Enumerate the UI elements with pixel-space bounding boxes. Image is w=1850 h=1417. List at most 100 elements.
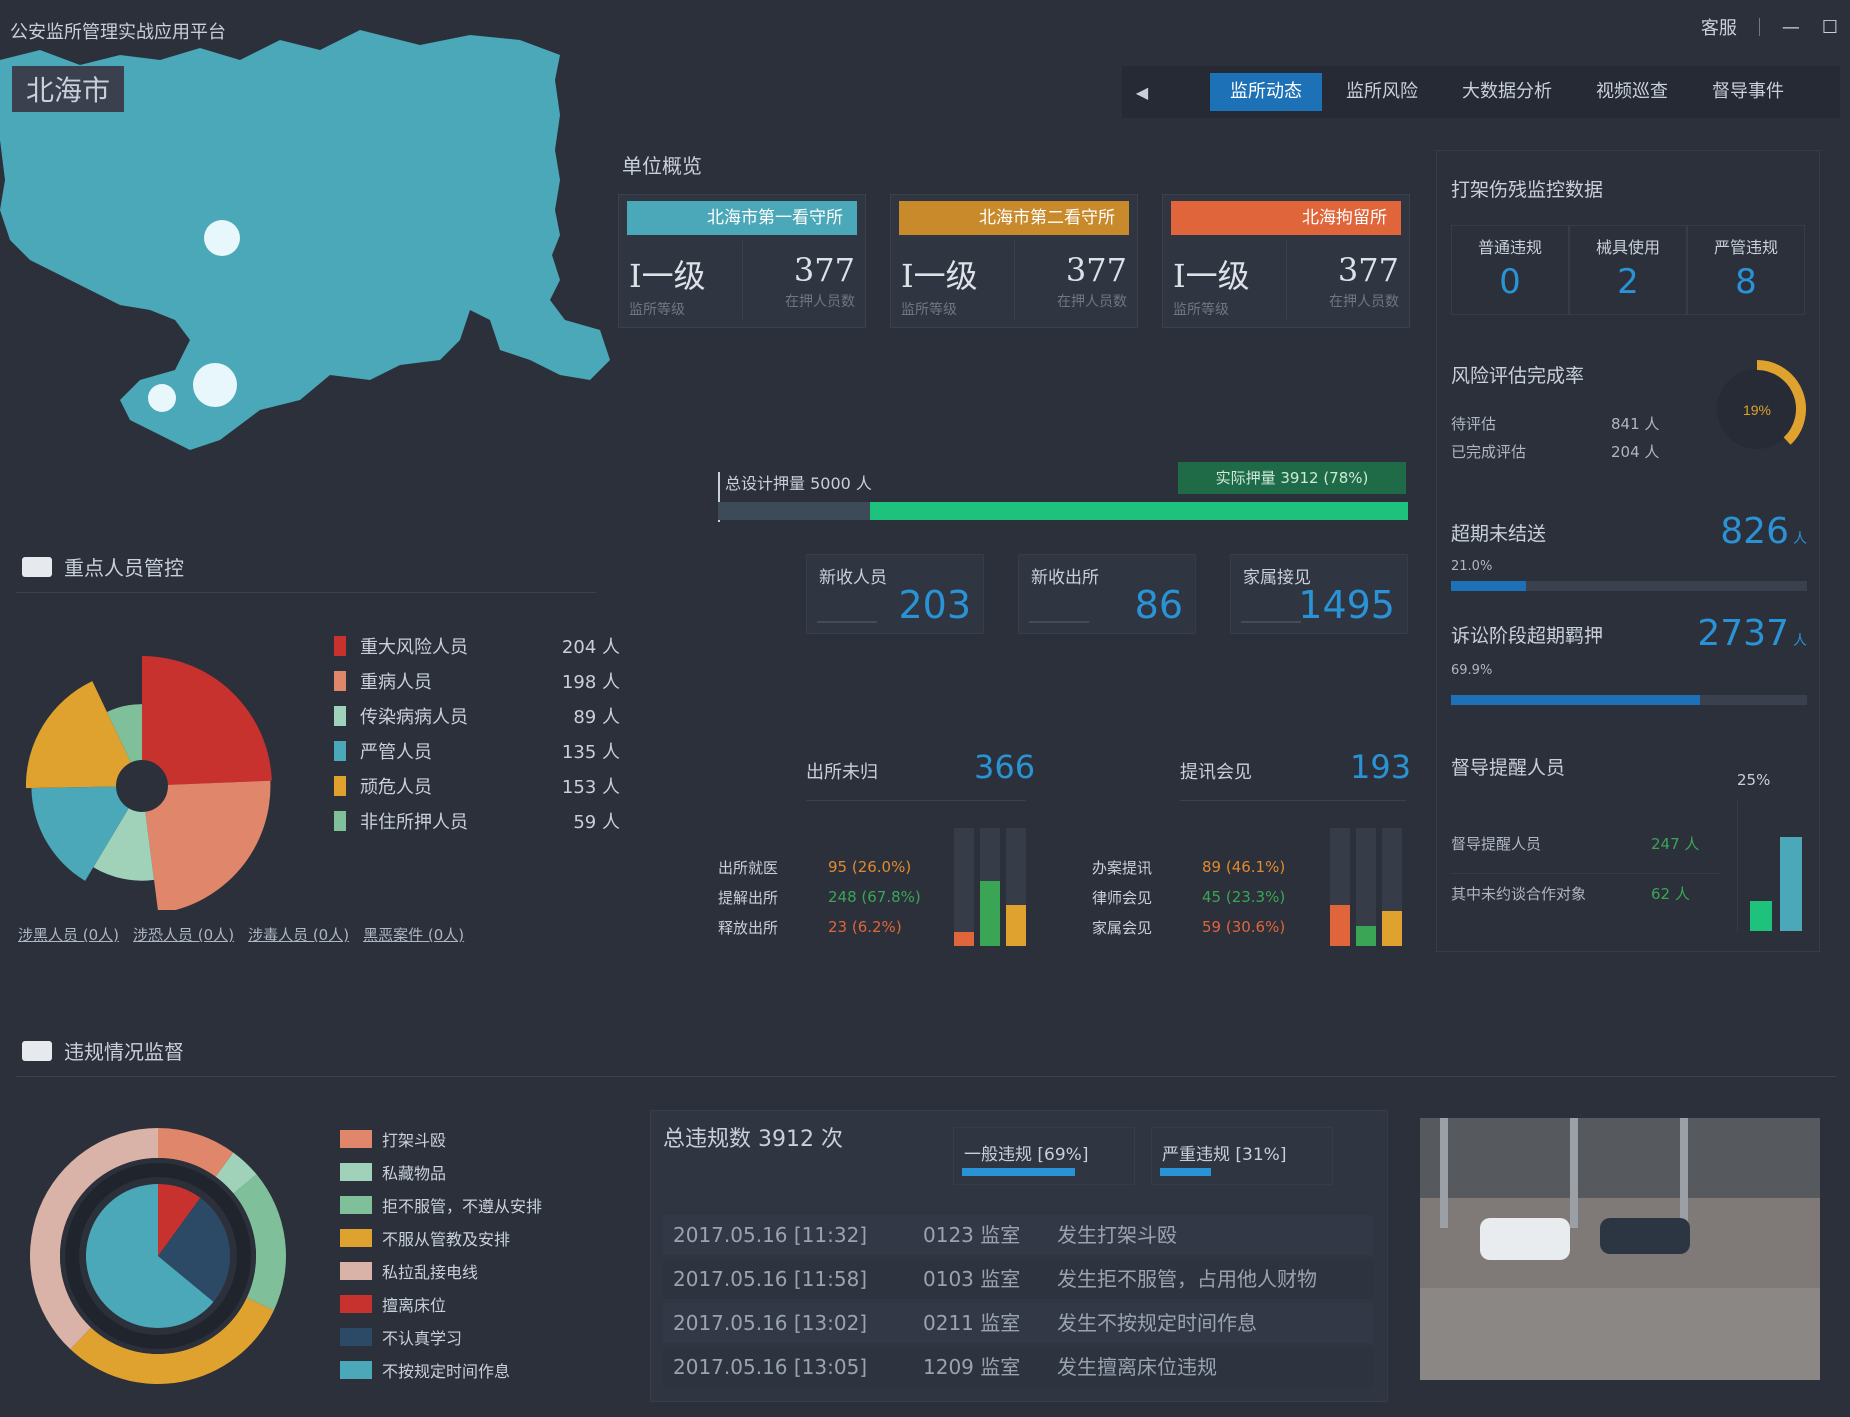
- event-cell: 0211 监室: [923, 1311, 1021, 1335]
- legend-label: 打架斗殴: [382, 1130, 447, 1150]
- stat-new-release[interactable]: 新收出所 86: [1018, 554, 1196, 634]
- risk-title: 风险评估完成率: [1451, 365, 1585, 387]
- rose-slice-4[interactable]: [25, 681, 131, 789]
- bar: [1382, 910, 1402, 946]
- legend-swatch: [340, 1327, 372, 1346]
- legend-item[interactable]: 重大风险人员 204 人: [334, 628, 620, 663]
- tab-serious-violation[interactable]: 严重违规 [31%]: [1151, 1127, 1333, 1185]
- nav-prev-icon[interactable]: ◀: [1122, 83, 1162, 102]
- subpanel-divider: [1180, 800, 1406, 801]
- camera-car: [1480, 1218, 1570, 1260]
- tab-prison-risk[interactable]: 监所风险: [1326, 73, 1438, 111]
- row-value: 89 (46.1%): [1202, 858, 1286, 876]
- map-marker[interactable]: [204, 220, 240, 256]
- tab-video-patrol[interactable]: 视频巡查: [1576, 73, 1688, 111]
- stat-family-visits[interactable]: 家属接见 1495: [1230, 554, 1408, 634]
- legend-count: 89 人: [573, 706, 620, 728]
- violations-chart[interactable]: [28, 1126, 288, 1386]
- unit-card[interactable]: 北海市第一看守所 I一级 监所等级 377 在押人员数: [618, 194, 866, 328]
- rose-slice-1[interactable]: [145, 780, 271, 910]
- link-drug[interactable]: 涉毒人员 (0人): [248, 924, 349, 945]
- unit-level: I一级: [629, 257, 706, 295]
- risk-gauge: 19%: [1717, 360, 1806, 449]
- metric-title: 诉讼阶段超期羁押: [1451, 625, 1604, 647]
- legend-item[interactable]: 顽危人员 153 人: [334, 768, 620, 803]
- bar: [1750, 901, 1772, 931]
- table-row[interactable]: 2017.05.16 [11:32] 0123 监室 发生打架斗殴: [663, 1215, 1373, 1255]
- city-selector[interactable]: 北海市: [12, 66, 124, 112]
- subpanel-row: 释放出所 23 (6.2%): [718, 912, 921, 942]
- legend-item[interactable]: 不按规定时间作息: [340, 1353, 542, 1386]
- row-key: 已完成评估: [1451, 443, 1527, 461]
- minimize-icon[interactable]: —: [1782, 17, 1800, 38]
- service-button[interactable]: 客服: [1701, 14, 1737, 40]
- tab-prison-dynamics[interactable]: 监所动态: [1210, 73, 1322, 111]
- stat-new-intake[interactable]: 新收人员 203: [806, 554, 984, 634]
- row-value: 95 (26.0%): [828, 858, 912, 876]
- legend-count: 198 人: [561, 671, 620, 693]
- legend-item[interactable]: 非住所押人员 59 人: [334, 803, 620, 838]
- link-gang[interactable]: 涉黑人员 (0人): [18, 924, 119, 945]
- stat-normal-violation[interactable]: 普通违规 0: [1451, 225, 1569, 315]
- maximize-icon[interactable]: ☐: [1822, 17, 1838, 38]
- unit-count-label: 在押人员数: [1057, 294, 1127, 310]
- stat-restraint-use[interactable]: 械具使用 2: [1569, 225, 1687, 315]
- row-value: 62 人: [1651, 885, 1690, 903]
- violations-title: 违规情况监督: [64, 1040, 184, 1064]
- row-value: 248 (67.8%): [828, 888, 921, 906]
- legend-item[interactable]: 打架斗殴: [340, 1122, 542, 1155]
- camera-pillar: [1570, 1118, 1578, 1228]
- legend-item[interactable]: 私拉乱接电线: [340, 1254, 542, 1287]
- link-terror[interactable]: 涉恐人员 (0人): [133, 924, 234, 945]
- metric-progress-fill: [1451, 581, 1526, 591]
- legend-item[interactable]: 传染病病人员 89 人: [334, 698, 620, 733]
- legend-item[interactable]: 重病人员 198 人: [334, 663, 620, 698]
- gauge-text: 19%: [1743, 402, 1771, 418]
- legend-swatch: [334, 775, 346, 796]
- risk-row: 已完成评估 204 人: [1451, 441, 1671, 469]
- map-marker[interactable]: [193, 363, 237, 407]
- unit-card[interactable]: 北海拘留所 I一级 监所等级 377 在押人员数: [1162, 194, 1410, 328]
- row-value: 23 (6.2%): [828, 918, 902, 936]
- supervision-stats: 普通违规 0 械具使用 2 严管违规 8: [1451, 225, 1805, 315]
- tab-normal-violation[interactable]: 一般违规 [69%]: [953, 1127, 1135, 1185]
- tab-big-data[interactable]: 大数据分析: [1442, 73, 1572, 111]
- subpanel-value: 366: [974, 748, 1036, 786]
- legend-item[interactable]: 不服从管教及安排: [340, 1221, 542, 1254]
- legend-label: 非住所押人员: [360, 811, 468, 833]
- legend-item[interactable]: 不认真学习: [340, 1320, 542, 1353]
- subpanel-interrogation: 提讯会见 193 办案提讯 89 (46.1%) 律师会见 45 (23.3%) 家…: [1092, 748, 1411, 948]
- divider: [16, 1076, 1836, 1077]
- legend-item[interactable]: 擅离床位: [340, 1287, 542, 1320]
- camera-feed[interactable]: [1420, 1118, 1820, 1380]
- bar: [1006, 904, 1026, 946]
- legend-label: 顽危人员: [360, 776, 432, 798]
- legend-label: 严管人员: [360, 741, 432, 763]
- metric-value-wrap: 826 人: [1720, 511, 1807, 552]
- key-people-title: 重点人员管控: [64, 556, 184, 580]
- table-row[interactable]: 2017.05.16 [11:58] 0103 监室 发生拒不服管，占用他人财物: [663, 1259, 1373, 1299]
- supervise-rows: 督导提醒人员 247 人 其中未约谈合作对象 62 人: [1451, 833, 1721, 914]
- metric-progress-fill: [1451, 695, 1700, 705]
- row-value: 45 (23.3%): [1202, 888, 1286, 906]
- unit-level-label: 监所等级: [901, 302, 957, 318]
- key-people-chart[interactable]: [16, 620, 306, 910]
- supervise-bars: [1737, 801, 1802, 931]
- event-desc: 发生不按规定时间作息: [1057, 1311, 1257, 1335]
- legend-item[interactable]: 严管人员 135 人: [334, 733, 620, 768]
- legend-label: 重大风险人员: [360, 636, 468, 658]
- unit-count-label: 在押人员数: [785, 294, 855, 310]
- unit-card[interactable]: 北海市第二看守所 I一级 监所等级 377 在押人员数: [890, 194, 1138, 328]
- link-cases[interactable]: 黑恶案件 (0人): [363, 924, 464, 945]
- row-value: 841 人: [1611, 415, 1660, 433]
- legend-item[interactable]: 拒不服管，不遵从安排: [340, 1188, 542, 1221]
- table-row[interactable]: 2017.05.16 [13:05] 1209 监室 发生擅离床位违规: [663, 1347, 1373, 1387]
- table-row[interactable]: 2017.05.16 [13:02] 0211 监室 发生不按规定时间作息: [663, 1303, 1373, 1343]
- bar: [1780, 837, 1802, 931]
- tab-supervision-events[interactable]: 督导事件: [1692, 73, 1804, 111]
- rose-slice-0[interactable]: [142, 656, 272, 785]
- legend-item[interactable]: 私藏物品: [340, 1155, 542, 1188]
- key-people-links: 涉黑人员 (0人) 涉恐人员 (0人) 涉毒人员 (0人) 黑恶案件 (0人): [18, 924, 464, 945]
- stat-strict-violation[interactable]: 严管违规 8: [1687, 225, 1805, 315]
- map-marker[interactable]: [148, 384, 176, 412]
